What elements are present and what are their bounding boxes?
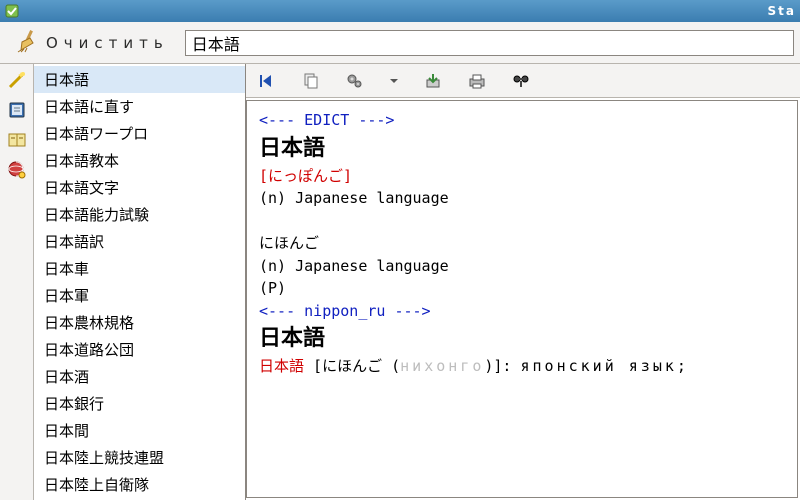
- window-title-fragment: Sta: [768, 4, 796, 18]
- reading: [にっぽんご]: [259, 165, 785, 188]
- sidebar-tab-strip: [0, 64, 34, 500]
- definition-line: にほんご: [259, 232, 785, 255]
- titlebar: Sta: [0, 0, 800, 22]
- save-icon[interactable]: [422, 70, 444, 92]
- search-input[interactable]: [185, 30, 794, 56]
- list-item[interactable]: 日本軍: [34, 282, 245, 309]
- list-item[interactable]: 日本語能力試験: [34, 201, 245, 228]
- definition-line: (n) Japanese language: [259, 187, 785, 210]
- content-area: <--- EDICT --->日本語[にっぽんご](n) Japanese la…: [246, 64, 800, 500]
- list-item[interactable]: 日本道路公団: [34, 336, 245, 363]
- list-item[interactable]: 日本銀行: [34, 390, 245, 417]
- source-header: <--- EDICT --->: [259, 109, 785, 132]
- dropdown-icon[interactable]: [388, 70, 400, 92]
- clear-button-label: Очистить: [46, 34, 169, 52]
- list-item[interactable]: 日本語: [34, 66, 245, 93]
- definition-line: (P): [259, 277, 785, 300]
- find-icon[interactable]: [510, 70, 532, 92]
- dict-icon[interactable]: [5, 128, 29, 152]
- main-area: 日本語日本語に直す日本語ワープロ日本語教本日本語文字日本語能力試験日本語訳日本車…: [0, 64, 800, 500]
- headword: 日本語: [259, 322, 785, 355]
- broom-icon: [14, 28, 40, 58]
- app-icon: [4, 3, 20, 19]
- globe-icon[interactable]: [5, 158, 29, 182]
- top-toolbar: Очистить: [0, 22, 800, 64]
- definition-pane[interactable]: <--- EDICT --->日本語[にっぽんご](n) Japanese la…: [246, 100, 798, 498]
- content-toolbar: [246, 64, 800, 98]
- gears-icon[interactable]: [344, 70, 366, 92]
- list-item[interactable]: 日本語教本: [34, 147, 245, 174]
- list-item[interactable]: 日本酒: [34, 363, 245, 390]
- list-item[interactable]: 日本農林規格: [34, 309, 245, 336]
- definition-line: (n) Japanese language: [259, 255, 785, 278]
- list-item[interactable]: 日本車: [34, 255, 245, 282]
- wand-icon[interactable]: [5, 68, 29, 92]
- list-item[interactable]: 日本陸上自衛隊: [34, 471, 245, 498]
- source-header: <--- nippon_ru --->: [259, 300, 785, 323]
- word-list[interactable]: 日本語日本語に直す日本語ワープロ日本語教本日本語文字日本語能力試験日本語訳日本車…: [34, 64, 246, 500]
- definition-line: [259, 210, 785, 233]
- clear-button[interactable]: Очистить: [6, 24, 177, 62]
- definition-line: 日本語 [にほんご (нихонго)]: японский язык;: [259, 355, 785, 378]
- copy-icon[interactable]: [300, 70, 322, 92]
- notebook-icon[interactable]: [5, 98, 29, 122]
- headword: 日本語: [259, 132, 785, 165]
- list-item[interactable]: 日本間: [34, 417, 245, 444]
- list-item[interactable]: 日本語ワープロ: [34, 120, 245, 147]
- go-first-icon[interactable]: [256, 70, 278, 92]
- print-icon[interactable]: [466, 70, 488, 92]
- list-item[interactable]: 日本語に直す: [34, 93, 245, 120]
- list-item[interactable]: 日本語文字: [34, 174, 245, 201]
- list-item[interactable]: 日本陸上競技連盟: [34, 444, 245, 471]
- list-item[interactable]: 日本語訳: [34, 228, 245, 255]
